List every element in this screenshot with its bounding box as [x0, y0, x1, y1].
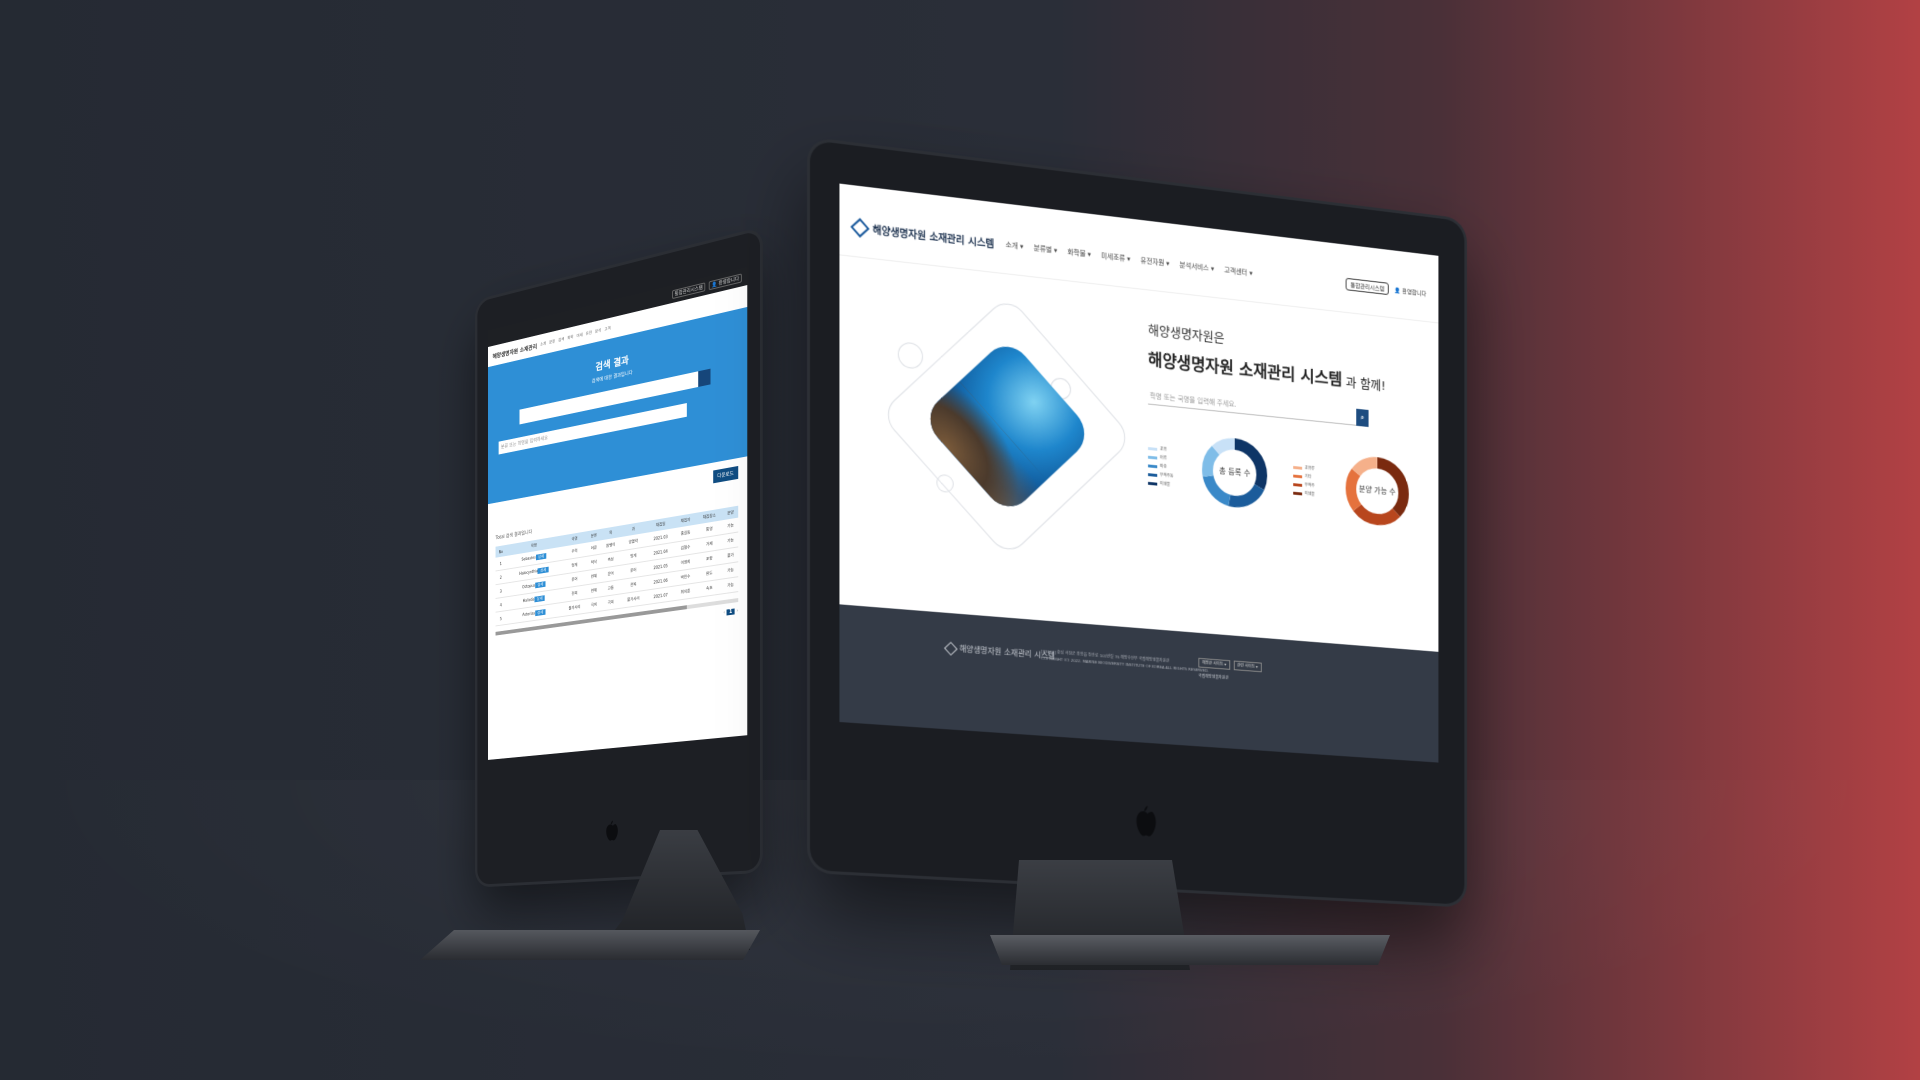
- left-search-button[interactable]: [698, 368, 711, 387]
- hero-search-input[interactable]: 학명 또는 국명을 입력해 주세요.: [1148, 387, 1365, 427]
- legend-item: 포유: [1148, 445, 1173, 453]
- apple-logo-icon: [1136, 805, 1156, 837]
- table-cell: 극피: [600, 593, 621, 612]
- diamond-logo-icon: [944, 641, 958, 656]
- table-cell: 불가사리: [620, 590, 647, 609]
- header-right: 통합관리시스템 👤 환영합니다: [1345, 277, 1426, 300]
- pager-prev[interactable]: ‹: [723, 610, 725, 616]
- left-nav-item[interactable]: 유전: [586, 330, 592, 337]
- right-monitor-base: [990, 935, 1390, 965]
- right-monitor-screen: 해양생명자원 소재관리 시스템 소개 ▾ 분류별 ▾ 화학물 ▾ 미세조류 ▾ …: [839, 183, 1439, 763]
- legend-item: 기타: [1293, 473, 1314, 481]
- search-icon[interactable]: ⌕: [1356, 408, 1369, 428]
- table-cell: 극피: [586, 596, 601, 614]
- left-nav-item[interactable]: 분류: [549, 338, 555, 345]
- left-monitor: 통합관리시스템 👤 환영합니다 해양생명자원 소재관리 소개 분류 검색 화학 …: [477, 230, 760, 885]
- legend-label: 포유류: [1304, 465, 1315, 471]
- apple-logo-icon: [606, 820, 618, 841]
- legend-swatch: [1293, 482, 1303, 487]
- site-logo-text: 해양생명자원 소재관리 시스템: [872, 225, 995, 251]
- legend-label: 미생물: [1159, 481, 1171, 487]
- related-site-select[interactable]: 관련 사이트 ▾: [1233, 660, 1262, 673]
- legend-available: 포유류 기타 무척추 미생물: [1293, 464, 1315, 500]
- hero-image-group: [879, 294, 1134, 559]
- legend-item: 포유류: [1293, 464, 1315, 472]
- legend-item: 미생물: [1148, 480, 1173, 488]
- integrated-system-button[interactable]: 통합관리시스템: [1345, 277, 1389, 296]
- legend-swatch: [1148, 481, 1158, 486]
- legend-item: 무척추동: [1148, 471, 1173, 479]
- legend-item: 어류: [1148, 454, 1173, 462]
- detail-chip[interactable]: 상세: [535, 553, 547, 561]
- legend-label: 어류: [1159, 454, 1167, 461]
- legend-label: 무척추: [1304, 482, 1315, 489]
- menu-item-taxonomy[interactable]: 분류별 ▾: [1034, 243, 1058, 256]
- hero-text: 해양생명자원은 해양생명자원 소재관리 시스템 과 함께!: [1148, 319, 1386, 394]
- legend-label: 기타: [1304, 473, 1312, 480]
- legend-item: 미생물: [1293, 490, 1315, 498]
- legend-label: 포유: [1159, 446, 1167, 452]
- site-logo[interactable]: 해양생명자원 소재관리 시스템: [850, 217, 995, 251]
- diamond-logo-icon: [850, 217, 870, 238]
- legend-swatch: [1148, 455, 1158, 460]
- left-monitor-screen: 통합관리시스템 👤 환영합니다 해양생명자원 소재관리 소개 분류 검색 화학 …: [487, 267, 748, 760]
- left-nav-item[interactable]: 소개: [540, 341, 546, 348]
- footer-address: [33662] 충남 서천군 장항읍 장산로 101번길 75 해양수산부 국립…: [1041, 648, 1209, 674]
- legend-swatch: [1148, 472, 1158, 477]
- detail-chip[interactable]: 상세: [535, 581, 546, 589]
- pager-next[interactable]: ›: [736, 608, 738, 614]
- pager-current[interactable]: 1: [726, 608, 735, 616]
- table-cell: 속초: [695, 578, 723, 598]
- main-menu: 소개 ▾ 분류별 ▾ 화학물 ▾ 미세조류 ▾ 유전자원 ▾ 분석서비스 ▾ 고…: [1006, 239, 1253, 277]
- detail-chip[interactable]: 상세: [537, 566, 549, 574]
- left-nav-item[interactable]: 화학: [567, 334, 573, 341]
- legend-swatch: [1293, 474, 1303, 478]
- legend-label: 무척추동: [1159, 472, 1174, 479]
- legend-item: 파충: [1148, 463, 1173, 471]
- menu-item-genetic[interactable]: 유전자원 ▾: [1141, 255, 1170, 268]
- hero-section: 해양생명자원은 해양생명자원 소재관리 시스템 과 함께! 학명 또는 국명을 …: [839, 255, 1439, 652]
- menu-item-microalgae[interactable]: 미세조류 ▾: [1101, 251, 1130, 264]
- legend-total: 포유 어류 파충 무척추동 미생물: [1148, 445, 1173, 491]
- stats-area: 포유 어류 파충 무척추동 미생물 총 등록 수 포유류 기타 무척추 미생물 …: [1148, 426, 1434, 567]
- menu-item-chemical[interactable]: 화학물 ▾: [1068, 247, 1091, 259]
- hero-line2-main: 해양생명자원 소재관리 시스템: [1148, 350, 1343, 391]
- legend-item: 무척추: [1293, 481, 1315, 489]
- legend-swatch: [1293, 465, 1303, 470]
- user-menu[interactable]: 👤 환영합니다: [1394, 285, 1426, 297]
- table-cell: 가능: [722, 576, 739, 594]
- hero-line2-suffix: 과 함께!: [1342, 375, 1386, 394]
- legend-swatch: [1293, 491, 1303, 495]
- legend-swatch: [1148, 446, 1158, 451]
- footer-org: 국립해양생물자원관: [1198, 673, 1229, 681]
- left-nav-item[interactable]: 검색: [558, 336, 564, 343]
- menu-item-analysis[interactable]: 분석서비스 ▾: [1180, 260, 1215, 274]
- right-monitor: 해양생명자원 소재관리 시스템 소개 ▾ 분류별 ▾ 화학물 ▾ 미세조류 ▾ …: [810, 140, 1465, 905]
- menu-item-support[interactable]: 고객센터 ▾: [1224, 265, 1252, 278]
- detail-chip[interactable]: 상세: [534, 609, 546, 617]
- footer-logo[interactable]: 해양생명자원 소재관리 시스템: [944, 641, 1055, 661]
- table-cell: 최지훈: [675, 582, 696, 601]
- detail-chip[interactable]: 상세: [534, 595, 546, 603]
- table-cell: 2021.07: [646, 585, 676, 605]
- left-nav-item[interactable]: 분석: [595, 328, 601, 335]
- left-monitor-base: [420, 930, 760, 960]
- menu-item-intro[interactable]: 소개 ▾: [1006, 239, 1024, 251]
- left-nav-item[interactable]: 고객: [604, 325, 610, 332]
- left-nav-item[interactable]: 미세: [577, 332, 583, 339]
- table-cell: 5: [495, 610, 507, 626]
- legend-swatch: [1148, 463, 1158, 468]
- table-cell: 불가사리: [562, 598, 587, 617]
- legend-label: 파충: [1159, 463, 1167, 470]
- decorative-outline: [892, 337, 929, 374]
- legend-label: 미생물: [1304, 490, 1315, 497]
